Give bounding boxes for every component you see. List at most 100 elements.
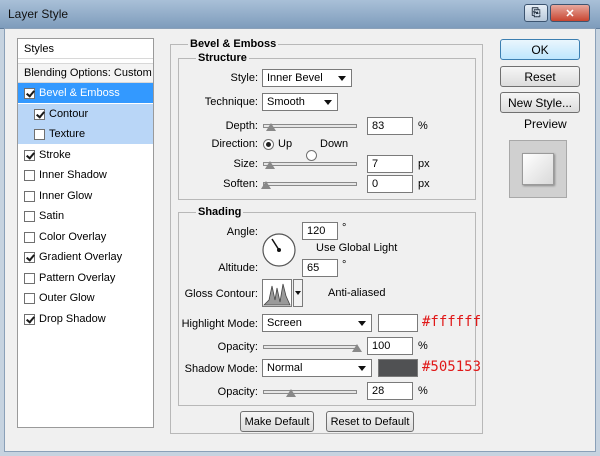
gloss-contour-label: Gloss Contour: [184, 288, 258, 300]
style-item-contour[interactable]: Contour [18, 104, 153, 124]
bevel-emboss-heading: Bevel & Emboss [188, 38, 279, 50]
style-item-color-overlay[interactable]: Color Overlay [18, 227, 153, 247]
soften-input[interactable]: 0 [367, 175, 413, 193]
shadow-color-annotation: #505153 [422, 359, 482, 375]
highlight-mode-dropdown[interactable]: Screen [262, 314, 372, 332]
angle-unit: ° [342, 222, 347, 234]
highlight-opacity-slider[interactable] [263, 345, 357, 349]
preview-swatch [522, 153, 554, 185]
depth-label: Depth: [225, 120, 258, 132]
size-label: Size: [233, 158, 258, 170]
stroke-checkbox[interactable] [24, 149, 35, 161]
title-bar [0, 0, 600, 29]
angle-dial[interactable] [261, 232, 297, 268]
shadow-opacity-input[interactable]: 28 [367, 382, 413, 400]
angle-input[interactable]: 120 [302, 222, 338, 240]
gloss-contour-dropdown[interactable] [293, 279, 303, 307]
highlight-opacity-input[interactable]: 100 [367, 337, 413, 355]
texture-checkbox[interactable] [34, 128, 45, 140]
structure-heading: Structure [196, 52, 249, 64]
style-item-pattern-overlay[interactable]: Pattern Overlay [18, 268, 153, 288]
close-icon: ✕ [565, 7, 575, 20]
shadow-opacity-label: Opacity: [217, 386, 258, 398]
global-light-label: Use Global Light [316, 242, 398, 254]
new-style-button[interactable]: New Style... [500, 92, 580, 113]
highlight-opacity-thumb[interactable] [352, 344, 362, 352]
reset-button[interactable]: Reset [500, 66, 580, 87]
contour-curve-icon [263, 283, 291, 306]
style-item-inner-shadow[interactable]: Inner Shadow [18, 165, 153, 185]
soften-slider-thumb[interactable] [261, 181, 271, 189]
style-item-gradient-overlay[interactable]: Gradient Overlay [18, 247, 153, 267]
drop-shadow-checkbox[interactable] [24, 313, 35, 325]
preview-label: Preview [524, 117, 567, 131]
inner-glow-checkbox[interactable] [24, 190, 35, 202]
highlight-color-swatch[interactable] [378, 314, 418, 332]
pattern-overlay-checkbox[interactable] [24, 272, 35, 284]
altitude-unit: ° [342, 259, 347, 271]
help-button[interactable]: ⎘ [524, 4, 548, 22]
soften-slider[interactable] [263, 182, 357, 186]
technique-label: Technique: [204, 96, 258, 108]
satin-checkbox[interactable] [24, 210, 35, 222]
blending-options-item[interactable]: Blending Options: Custom [18, 63, 153, 83]
size-unit: px [418, 158, 430, 170]
shadow-opacity-unit: % [418, 385, 428, 397]
reset-to-default-button[interactable]: Reset to Default [326, 411, 414, 432]
altitude-input[interactable]: 65 [302, 259, 338, 277]
styles-header[interactable]: Styles [18, 39, 153, 59]
style-item-drop-shadow[interactable]: Drop Shadow [18, 309, 153, 329]
direction-label: Direction: [211, 138, 258, 150]
shadow-opacity-thumb[interactable] [286, 389, 296, 397]
make-default-button[interactable]: Make Default [240, 411, 314, 432]
size-slider-thumb[interactable] [265, 161, 275, 169]
soften-unit: px [418, 178, 430, 190]
style-item-texture[interactable]: Texture [18, 124, 153, 144]
direction-down-label: Down [320, 138, 349, 150]
direction-up-radio[interactable] [263, 139, 274, 150]
context-help-icon: ⎘ [531, 6, 541, 19]
direction-up-label: Up [278, 138, 293, 150]
close-button[interactable]: ✕ [550, 4, 590, 22]
soften-label: Soften: [223, 178, 258, 190]
window-title: Layer Style [8, 7, 69, 21]
shadow-mode-dropdown[interactable]: Normal [262, 359, 372, 377]
highlight-mode-label: Highlight Mode: [181, 318, 258, 330]
style-item-outer-glow[interactable]: Outer Glow [18, 288, 153, 308]
contour-checkbox[interactable] [34, 108, 45, 120]
shadow-opacity-slider[interactable] [263, 390, 357, 394]
depth-slider-thumb[interactable] [266, 123, 276, 131]
shadow-color-swatch[interactable] [378, 359, 418, 377]
shading-heading: Shading [196, 206, 244, 218]
angle-label: Angle: [226, 226, 258, 238]
style-item-inner-glow[interactable]: Inner Glow [18, 186, 153, 206]
bevel-emboss-checkbox[interactable] [24, 87, 35, 99]
highlight-opacity-label: Opacity: [217, 341, 258, 353]
direction-down-radio[interactable] [306, 150, 317, 161]
styles-list: Styles Blending Options: Custom Bevel & … [17, 38, 154, 428]
color-overlay-checkbox[interactable] [24, 231, 35, 243]
depth-input[interactable]: 83 [367, 117, 413, 135]
ok-button[interactable]: OK [500, 39, 580, 60]
size-input[interactable]: 7 [367, 155, 413, 173]
gradient-overlay-checkbox[interactable] [24, 251, 35, 263]
inner-shadow-checkbox[interactable] [24, 169, 35, 181]
depth-unit: % [418, 120, 428, 132]
gloss-contour-picker[interactable] [262, 279, 292, 307]
style-label: Style: [230, 72, 258, 84]
anti-aliased-label: Anti-aliased [328, 287, 386, 299]
shadow-mode-label: Shadow Mode: [184, 363, 258, 375]
technique-dropdown[interactable]: Smooth [262, 93, 338, 111]
depth-slider[interactable] [263, 124, 357, 128]
style-dropdown[interactable]: Inner Bevel [262, 69, 352, 87]
altitude-label: Altitude: [218, 262, 258, 274]
chevron-down-icon [295, 291, 301, 295]
outer-glow-checkbox[interactable] [24, 292, 35, 304]
style-item-satin[interactable]: Satin [18, 206, 153, 226]
style-preview-thumbnail [509, 140, 567, 198]
size-slider[interactable] [263, 162, 357, 166]
style-item-bevel-emboss[interactable]: Bevel & Emboss [18, 83, 153, 103]
style-item-stroke[interactable]: Stroke [18, 145, 153, 165]
highlight-opacity-unit: % [418, 340, 428, 352]
highlight-color-annotation: #ffffff [422, 314, 482, 330]
